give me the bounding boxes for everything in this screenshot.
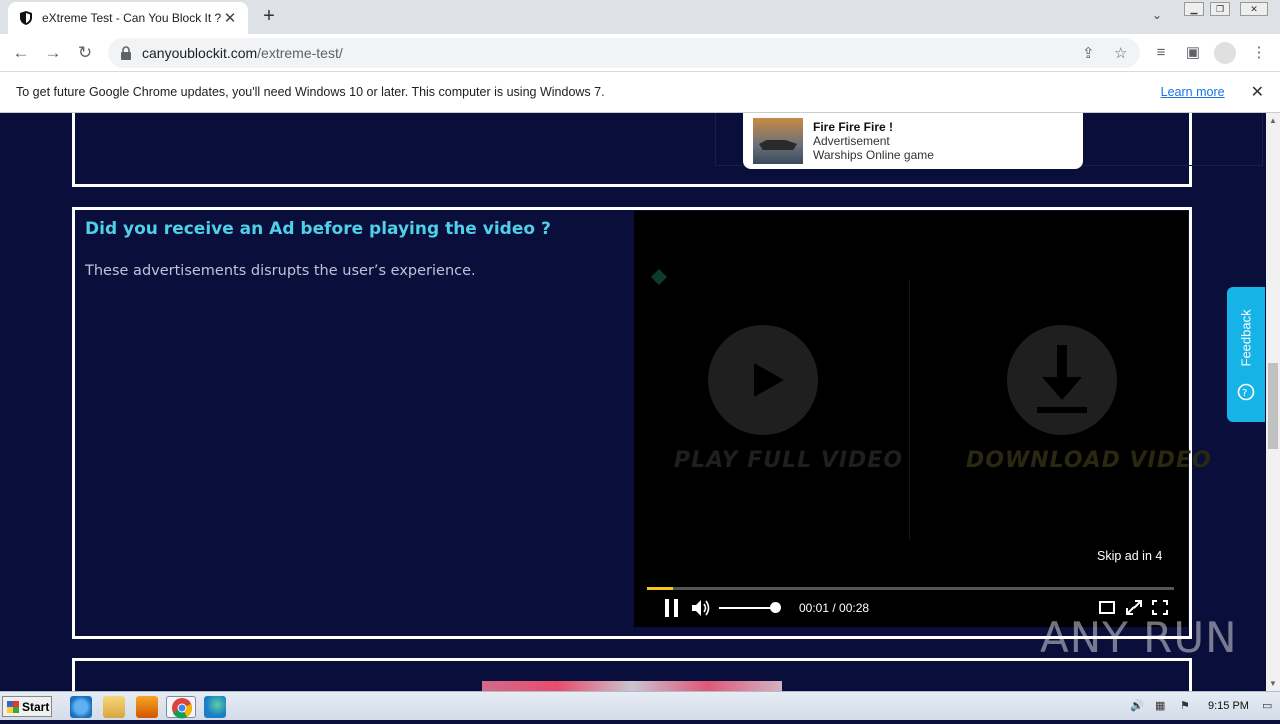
side-panel-icon[interactable]: ▣ xyxy=(1182,42,1204,64)
volume-icon[interactable] xyxy=(691,599,711,617)
tab-strip: eXtreme Test - Can You Block It ? ✕ + ⌄ … xyxy=(0,0,1280,34)
browser-tab[interactable]: eXtreme Test - Can You Block It ? ✕ xyxy=(8,2,248,34)
chrome-taskbar-button[interactable] xyxy=(166,696,196,719)
section-heading: Did you receive an Ad before playing the… xyxy=(85,219,551,239)
download-icon xyxy=(1037,345,1087,413)
infobar-message: To get future Google Chrome updates, you… xyxy=(16,85,605,99)
ad-title: Fire Fire Fire ! xyxy=(813,120,894,134)
share-icon[interactable]: ⇪ xyxy=(1082,44,1095,62)
page-scrollbar[interactable]: ▲ ▼ xyxy=(1266,113,1280,691)
media-player-icon[interactable] xyxy=(136,696,158,718)
new-tab-button[interactable]: + xyxy=(258,6,280,28)
download-video-button[interactable] xyxy=(1007,325,1117,435)
url-host: canyoublockit.com xyxy=(142,45,258,61)
volume-slider[interactable] xyxy=(719,607,775,609)
forward-icon[interactable]: → xyxy=(42,42,64,64)
start-button[interactable]: Start xyxy=(2,696,52,717)
restore-button[interactable]: ❐ xyxy=(1210,2,1230,16)
warship-ad-image xyxy=(753,118,803,164)
shield-icon xyxy=(20,11,32,25)
learn-more-link[interactable]: Learn more xyxy=(1161,85,1225,99)
infobar-close-icon[interactable]: ✕ xyxy=(1251,82,1264,102)
ad-label: Advertisement xyxy=(813,134,890,148)
bottom-banner-image xyxy=(482,681,782,691)
download-video-label: DOWNLOAD VIDEO xyxy=(966,448,1212,473)
player-logo-icon xyxy=(651,269,667,285)
url-path: /extreme-test/ xyxy=(257,45,343,61)
chrome-icon xyxy=(172,698,192,719)
minimize-button[interactable]: ▁ xyxy=(1184,2,1204,16)
taskbar-clock: 9:15 PM xyxy=(1208,700,1249,712)
menu-kebab-icon[interactable]: ⋮ xyxy=(1248,42,1270,64)
ad-subtitle: Warships Online game xyxy=(813,148,934,162)
pause-icon[interactable] xyxy=(664,599,680,617)
bookmark-star-icon[interactable]: ☆ xyxy=(1114,44,1127,62)
edge-icon[interactable] xyxy=(204,696,226,718)
play-full-video-label: PLAY FULL VIDEO xyxy=(674,448,904,473)
start-label: Start xyxy=(22,699,50,714)
show-desktop-icon[interactable]: ▭ xyxy=(1262,699,1276,713)
internet-explorer-icon[interactable] xyxy=(70,696,92,718)
svg-text:?: ? xyxy=(1242,388,1247,399)
anyrun-watermark: ANY RUN xyxy=(1040,613,1238,662)
file-explorer-icon[interactable] xyxy=(103,696,125,718)
play-full-video-button[interactable] xyxy=(708,325,818,435)
play-icon xyxy=(754,363,784,397)
tab-title: eXtreme Test - Can You Block It ? xyxy=(42,11,222,25)
scroll-down-icon[interactable]: ▼ xyxy=(1266,679,1280,688)
skip-ad-countdown: Skip ad in 4 xyxy=(1097,549,1163,563)
scroll-up-icon[interactable]: ▲ xyxy=(1266,116,1280,125)
tab-search-icon[interactable]: ⌄ xyxy=(1152,8,1162,22)
close-tab-icon[interactable]: ✕ xyxy=(222,9,238,27)
windows-taskbar: Start 🔊 ▦ ⚑ 9:15 PM ▭ xyxy=(0,691,1280,720)
feedback-tab[interactable]: Feedback ? xyxy=(1227,287,1265,422)
video-progress-fill xyxy=(647,587,674,590)
ad-card[interactable]: Fire Fire Fire ! Advertisement Warships … xyxy=(743,113,1083,169)
network-tray-icon[interactable]: ▦ xyxy=(1155,699,1169,713)
media-control-icon[interactable]: ≡ xyxy=(1150,42,1172,64)
scrollbar-thumb[interactable] xyxy=(1268,363,1278,449)
section-description: These advertisements disrupts the user’s… xyxy=(85,263,476,279)
feedback-label: Feedback xyxy=(1238,309,1254,367)
player-divider xyxy=(909,280,910,540)
back-icon[interactable]: ← xyxy=(10,42,32,64)
volume-tray-icon[interactable]: 🔊 xyxy=(1130,699,1144,713)
profile-avatar-icon[interactable] xyxy=(1214,42,1236,64)
browser-toolbar: ← → ↻ canyoublockit.com/extreme-test/ ⇪ … xyxy=(0,34,1280,72)
address-bar[interactable]: canyoublockit.com/extreme-test/ ⇪ ☆ xyxy=(108,38,1140,68)
update-infobar: To get future Google Chrome updates, you… xyxy=(0,72,1280,113)
volume-slider-knob[interactable] xyxy=(770,602,781,613)
lock-icon xyxy=(121,46,131,60)
reload-icon[interactable]: ↻ xyxy=(74,42,96,64)
feedback-chat-icon: ? xyxy=(1237,383,1255,401)
video-time: 00:01 / 00:28 xyxy=(799,601,870,615)
windows-logo-icon xyxy=(7,700,19,713)
window-close-button[interactable]: ✕ xyxy=(1240,2,1268,16)
flag-tray-icon[interactable]: ⚑ xyxy=(1180,699,1194,713)
video-progress-bar[interactable] xyxy=(647,587,1174,590)
